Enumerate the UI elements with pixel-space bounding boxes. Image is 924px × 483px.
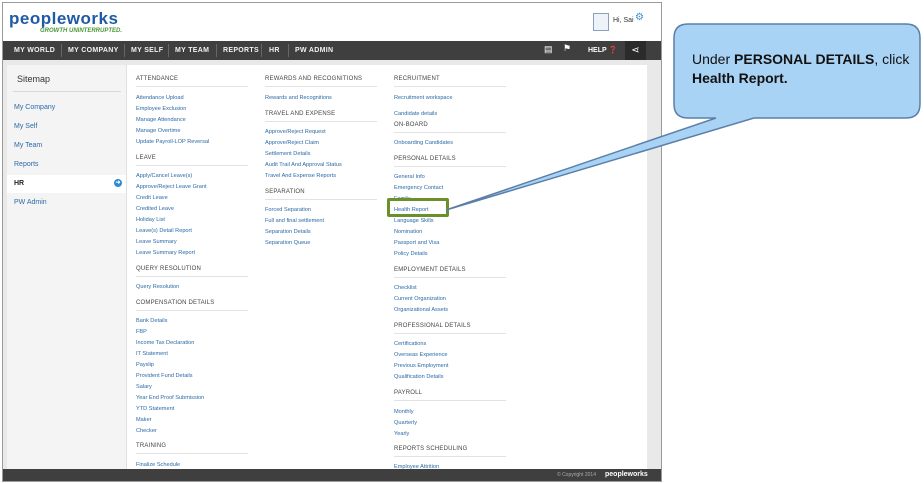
callout-mid: , click [874,51,910,67]
callout-suffix: . [783,70,788,86]
callout-text: Under PERSONAL DETAILS, click Health Rep… [692,50,916,88]
callout-target: Health Report [692,70,784,86]
callout-prefix: Under [692,51,735,67]
callout-section: PERSONAL DETAILS [734,51,875,67]
